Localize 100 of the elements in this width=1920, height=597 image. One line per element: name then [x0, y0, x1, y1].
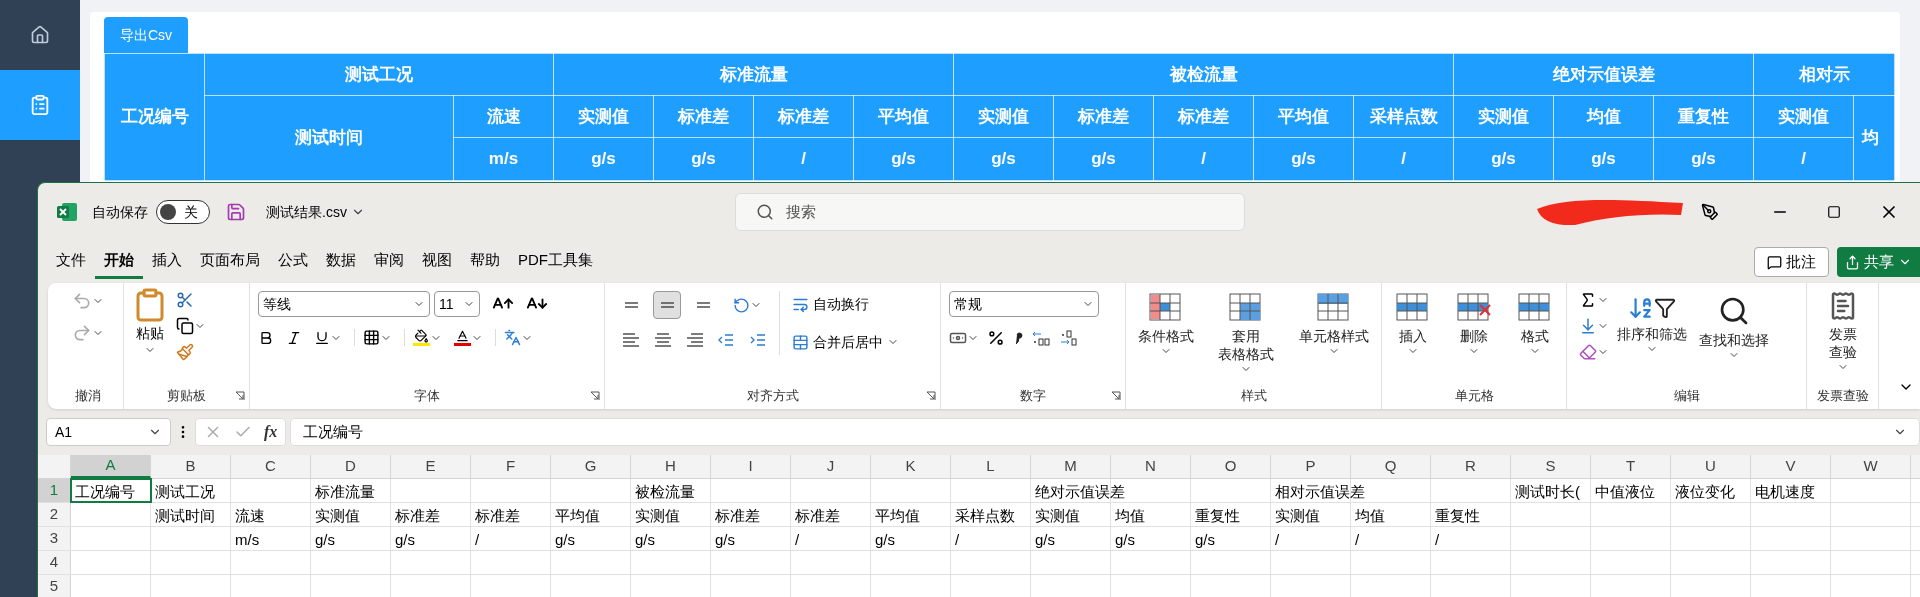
column-header[interactable]: V: [1751, 455, 1831, 478]
ribbon-tab[interactable]: 数据: [317, 245, 365, 279]
format-painter-icon[interactable]: [176, 343, 194, 361]
cell-text: g/s: [875, 530, 895, 550]
font-color-icon[interactable]: [454, 329, 471, 346]
cell-style-icon: [1315, 291, 1352, 323]
italic-icon[interactable]: [286, 329, 302, 346]
comma-style-icon[interactable]: [1013, 329, 1023, 347]
increase-decimal-icon[interactable]: [1031, 329, 1051, 347]
column-header[interactable]: T: [1591, 455, 1671, 478]
cell-text: 相对示值误差: [1275, 482, 1365, 502]
column-header[interactable]: U: [1671, 455, 1751, 478]
style-button[interactable]: 单元格样式: [1294, 287, 1373, 375]
fill-icon[interactable]: [1579, 317, 1597, 335]
column-header[interactable]: B: [151, 455, 231, 478]
comments-button[interactable]: 批注: [1754, 247, 1829, 277]
row-header[interactable]: 1: [38, 479, 71, 502]
file-name-button[interactable]: 测试结果.csv: [266, 201, 365, 223]
ribbon-tab[interactable]: 审阅: [365, 245, 413, 279]
cells-button[interactable]: 插入: [1390, 287, 1435, 357]
column-header[interactable]: S: [1511, 455, 1591, 478]
scissors-icon[interactable]: [176, 291, 194, 309]
column-header[interactable]: M: [1031, 455, 1111, 478]
search-field[interactable]: 搜索: [734, 193, 1245, 231]
ribbon-tab[interactable]: 视图: [413, 245, 461, 279]
row-header[interactable]: 2: [38, 503, 71, 526]
ribbon-tab[interactable]: PDF工具集: [509, 245, 602, 279]
merge-center-button[interactable]: 合并后居中: [792, 329, 899, 355]
column-header[interactable]: C: [231, 455, 311, 478]
name-box[interactable]: A1: [46, 418, 171, 446]
copy-icon[interactable]: [176, 317, 194, 335]
column-header[interactable]: K: [871, 455, 951, 478]
row-header[interactable]: 5: [38, 575, 71, 597]
share-button[interactable]: 共享: [1837, 247, 1920, 277]
eraser-icon[interactable]: [1579, 343, 1597, 361]
column-header[interactable]: N: [1111, 455, 1191, 478]
cell-text: 标准流量: [315, 482, 375, 502]
column-header[interactable]: D: [311, 455, 391, 478]
sort-icon: [1628, 295, 1654, 321]
bold-icon[interactable]: [258, 329, 274, 346]
phonetic-icon[interactable]: [504, 329, 521, 346]
editing-button[interactable]: 排序和筛选: [1613, 291, 1691, 361]
dialog-launcher-icon[interactable]: [590, 391, 600, 401]
cells-button[interactable]: 删除: [1452, 287, 1496, 357]
ribbon-tab[interactable]: 公式: [269, 245, 317, 279]
orientation-icon[interactable]: [733, 296, 750, 314]
column-header[interactable]: A: [71, 455, 151, 478]
increase-indent-icon[interactable]: [749, 331, 767, 349]
cells-button[interactable]: 格式: [1513, 287, 1558, 357]
save-icon[interactable]: [226, 202, 246, 222]
percent-icon[interactable]: [987, 329, 1005, 347]
style-button[interactable]: 套用 表格格式: [1214, 287, 1279, 375]
maximize-icon[interactable]: [1826, 205, 1841, 219]
paste-button[interactable]: 粘贴: [132, 287, 168, 356]
column-header[interactable]: P: [1271, 455, 1351, 478]
column-header[interactable]: G: [551, 455, 631, 478]
column-header[interactable]: Q: [1351, 455, 1431, 478]
column-header[interactable]: H: [631, 455, 711, 478]
style-button[interactable]: 条件格式: [1134, 287, 1199, 375]
column-header[interactable]: L: [951, 455, 1031, 478]
dialog-launcher-icon[interactable]: [1111, 391, 1121, 401]
pen-icon[interactable]: [1700, 203, 1719, 221]
vertical-align-button[interactable]: [653, 291, 681, 319]
mid-align-icon: [658, 302, 676, 308]
cell-text: 液位变化: [1675, 482, 1735, 502]
ribbon-tab[interactable]: 插入: [143, 245, 191, 279]
fill-color-icon[interactable]: [413, 329, 430, 346]
ribbon-tab[interactable]: 文件: [47, 245, 95, 279]
column-header[interactable]: O: [1191, 455, 1271, 478]
row-header[interactable]: 3: [38, 527, 71, 550]
ribbon-tab[interactable]: 帮助: [461, 245, 509, 279]
top-align-icon: [622, 302, 640, 308]
underline-icon[interactable]: [314, 329, 330, 346]
autosave-toggle[interactable]: 关: [156, 200, 210, 224]
table-cell: /: [1153, 137, 1254, 181]
ribbon-tab[interactable]: 开始: [95, 245, 143, 279]
table-cell: g/s: [853, 137, 954, 181]
decrease-indent-icon[interactable]: [717, 331, 735, 349]
decrease-decimal-icon[interactable]: [1059, 329, 1079, 347]
dialog-launcher-icon[interactable]: [235, 391, 245, 401]
column-header[interactable]: W: [1831, 455, 1911, 478]
font-select[interactable]: 等线: [258, 291, 430, 317]
function-button[interactable]: fx: [264, 420, 278, 444]
borders-icon[interactable]: [363, 329, 380, 346]
editing-button[interactable]: 查找和选择: [1695, 291, 1773, 361]
column-header[interactable]: J: [791, 455, 871, 478]
invoice-button[interactable]: 发票 查验: [1823, 287, 1862, 373]
column-header[interactable]: I: [711, 455, 791, 478]
ribbon-tab[interactable]: 页面布局: [191, 245, 269, 279]
column-header[interactable]: E: [391, 455, 471, 478]
number-format-select[interactable]: 常规: [949, 291, 1099, 317]
table-cell: g/s: [653, 137, 754, 181]
formula-field[interactable]: 工况编号: [290, 418, 1920, 446]
dialog-launcher-icon[interactable]: [926, 391, 936, 401]
column-header[interactable]: F: [471, 455, 551, 478]
column-header[interactable]: R: [1431, 455, 1511, 478]
font-size-select[interactable]: 11: [434, 291, 480, 317]
row-header[interactable]: 4: [38, 551, 71, 574]
delete-cells-icon: [1456, 291, 1492, 323]
wrap-text-button[interactable]: 自动换行: [792, 291, 899, 317]
